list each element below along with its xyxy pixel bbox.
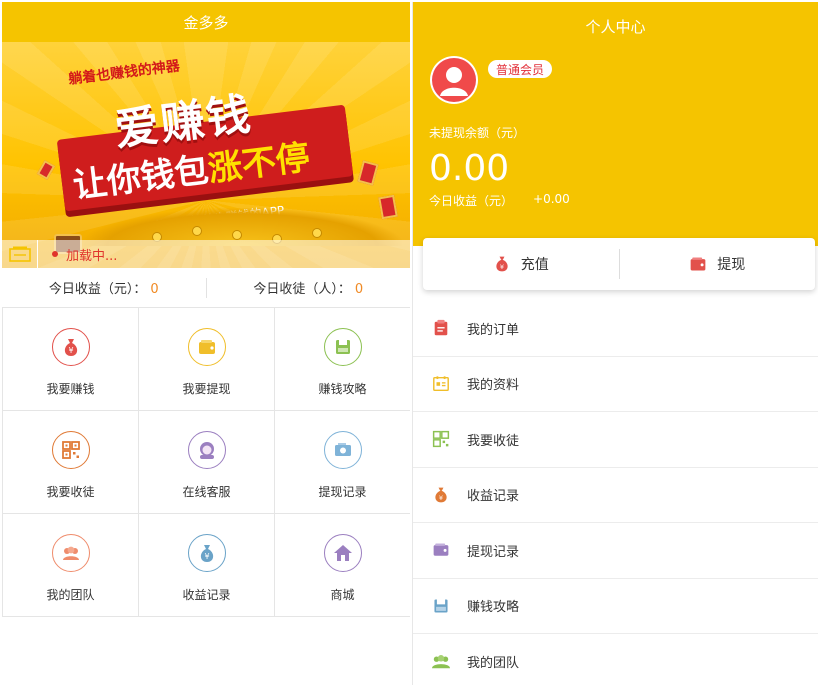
member-level-badge: 普通会员 — [488, 60, 553, 78]
personal-menu: 我的订单 我的资料 我要收徒 ¥ 收益记录 提现记录 赚钱攻略 我的团队 — [413, 301, 818, 685]
coin-icon — [232, 230, 242, 240]
save-disk-icon — [323, 328, 362, 366]
qr-code-icon — [51, 431, 90, 469]
menu-item-income-records[interactable]: ¥ 收益记录 — [413, 468, 818, 523]
team-icon — [51, 534, 90, 572]
ticker-dot — [52, 251, 58, 257]
grid-item-earning-guide[interactable]: 赚钱攻略 — [275, 308, 410, 411]
balance-label: 未提现余额（元） — [429, 126, 526, 140]
today-stats-bar: 今日收益（元）： 0 今日收徒（人）： 0 — [2, 268, 410, 308]
grid-item-earn-money[interactable]: ¥ 我要赚钱 — [3, 308, 139, 411]
profile-panel: 普通会员 未提现余额（元） 0.00 今日收益（元） +0.00 — [413, 50, 818, 246]
menu-item-my-team[interactable]: 我的团队 — [413, 634, 818, 685]
personal-center-screen: 个人中心 普通会员 未提现余额（元） 0.00 今日收益（元） +0.00 ¥ … — [412, 2, 818, 685]
today-income-label: 今日收益（元）： — [48, 282, 147, 297]
home-icon — [323, 534, 362, 572]
wallet-icon — [431, 540, 451, 560]
grid-item-recruit[interactable]: 我要收徒 — [3, 411, 139, 514]
grid-label: 我要赚钱 — [46, 382, 95, 396]
ticker-text: 加载中... — [66, 248, 118, 264]
app-title-bar: 金多多 — [2, 2, 410, 42]
money-bag-icon: ¥ — [496, 256, 508, 272]
svg-text:¥: ¥ — [439, 494, 443, 502]
withdraw-label: 提现 — [717, 257, 746, 273]
menu-label: 收益记录 — [467, 489, 520, 505]
home-screen: 金多多 躺着也赚钱的神器 爱赚钱 让你钱包涨不停 一款让你躺着也赚钱的APP — [2, 2, 410, 683]
today-income-stat: 今日收益（元）： 0 — [2, 278, 206, 297]
notice-icon — [2, 240, 38, 268]
feature-grid: ¥ 我要赚钱 我要提现 赚钱攻略 我要收徒 在线客服 提现记录 我的团队 ¥ 收… — [2, 308, 410, 617]
menu-label: 赚钱攻略 — [467, 600, 520, 616]
grid-item-withdraw[interactable]: 我要提现 — [139, 308, 275, 411]
recharge-label: 充值 — [520, 257, 549, 273]
coin-icon — [312, 228, 322, 238]
svg-text:¥: ¥ — [500, 263, 504, 271]
grid-label: 赚钱攻略 — [318, 382, 367, 396]
app-title: 金多多 — [183, 13, 229, 32]
svg-text:¥: ¥ — [204, 552, 209, 561]
profile-card-icon — [431, 374, 451, 394]
wallet-actions: ¥ 充值 提现 — [423, 238, 815, 290]
today-income-row: 今日收益（元） +0.00 — [429, 192, 570, 209]
grid-item-customer-service[interactable]: 在线客服 — [139, 411, 275, 514]
user-avatar-icon — [432, 58, 476, 102]
menu-item-withdraw-records[interactable]: 提现记录 — [413, 523, 818, 579]
wallet-icon — [187, 328, 226, 366]
withdraw-record-icon — [323, 431, 362, 469]
today-income-value: 0 — [150, 282, 159, 297]
save-disk-icon — [431, 596, 451, 616]
menu-item-earning-guide[interactable]: 赚钱攻略 — [413, 579, 818, 634]
grid-label: 提现记录 — [318, 485, 367, 499]
grid-label: 我要收徒 — [46, 485, 95, 499]
money-bag-icon: ¥ — [431, 485, 451, 505]
grid-item-mall[interactable]: 商城 — [275, 514, 410, 617]
personal-center-title: 个人中心 — [585, 17, 646, 36]
recharge-button[interactable]: ¥ 充值 — [423, 238, 619, 290]
today-apprentice-value: 0 — [354, 282, 364, 297]
grid-item-my-team[interactable]: 我的团队 — [3, 514, 139, 617]
today-income-label: 今日收益（元） — [429, 194, 514, 208]
grid-label: 收益记录 — [182, 588, 231, 602]
money-bag-icon: ¥ — [51, 328, 90, 366]
withdraw-button[interactable]: 提现 — [620, 238, 816, 290]
menu-item-my-orders[interactable]: 我的订单 — [413, 301, 818, 357]
today-apprentice-label: 今日收徒（人）： — [253, 282, 351, 297]
svg-text:¥: ¥ — [68, 346, 73, 355]
menu-label: 我的资料 — [467, 378, 520, 394]
personal-center-title-bar: 个人中心 — [413, 2, 818, 50]
balance-value: 0.00 — [429, 148, 510, 189]
notice-ticker[interactable]: 加载中... — [2, 240, 410, 268]
menu-label: 我的团队 — [467, 655, 520, 671]
customer-service-icon — [187, 431, 226, 469]
wallet-icon — [690, 257, 706, 271]
menu-label: 我要收徒 — [467, 433, 520, 449]
team-icon — [431, 651, 451, 671]
qr-code-icon — [431, 429, 451, 449]
grid-item-income-records[interactable]: ¥ 收益记录 — [139, 514, 275, 617]
order-icon — [431, 318, 451, 338]
grid-label: 在线客服 — [182, 485, 231, 499]
promo-banner[interactable]: 躺着也赚钱的神器 爱赚钱 让你钱包涨不停 一款让你躺着也赚钱的APP 加载中..… — [2, 42, 410, 268]
grid-label: 商城 — [330, 588, 355, 602]
menu-label: 我的订单 — [467, 322, 520, 338]
menu-label: 提现记录 — [467, 544, 520, 560]
today-income-value: +0.00 — [533, 192, 570, 206]
grid-item-withdraw-records[interactable]: 提现记录 — [275, 411, 410, 514]
avatar[interactable] — [430, 56, 478, 104]
grid-label: 我要提现 — [182, 382, 231, 396]
today-apprentice-stat: 今日收徒（人）： 0 — [207, 278, 411, 297]
coin-icon — [192, 226, 202, 236]
menu-item-my-profile[interactable]: 我的资料 — [413, 357, 818, 412]
menu-item-recruit[interactable]: 我要收徒 — [413, 412, 818, 468]
grid-label: 我的团队 — [46, 588, 95, 602]
money-bag-record-icon: ¥ — [187, 534, 226, 572]
